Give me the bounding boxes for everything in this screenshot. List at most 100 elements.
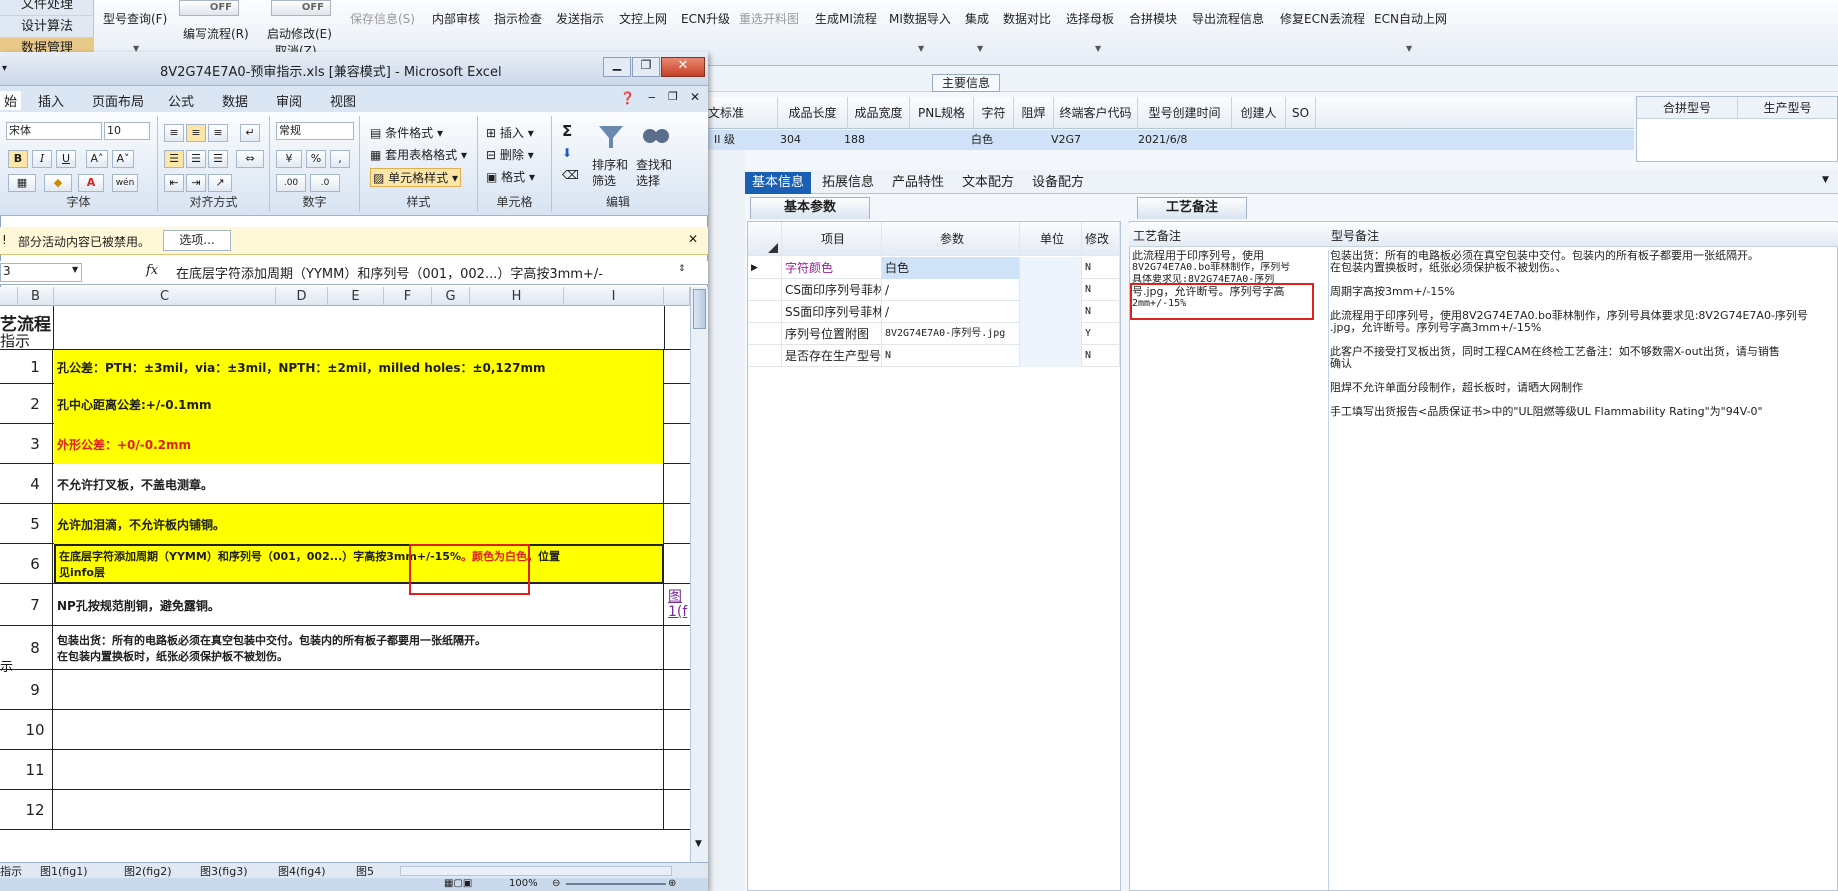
tab-review[interactable]: 审阅 bbox=[276, 91, 302, 110]
table-row[interactable]: 艺流程 指示 bbox=[0, 306, 690, 350]
toolbar-fix-ecn[interactable]: 修复ECN丢流程 bbox=[1280, 10, 1365, 27]
sort-filter-icon[interactable] bbox=[596, 122, 626, 152]
find-select-label-2[interactable]: 选择 bbox=[636, 172, 660, 189]
tab-extended-info[interactable]: 拓展信息 bbox=[815, 172, 881, 194]
col-header-j[interactable] bbox=[664, 287, 690, 306]
tab-data[interactable]: 数据 bbox=[222, 91, 248, 110]
toolbar-integrate[interactable]: 集成 bbox=[965, 10, 989, 27]
toolbar-start-modify[interactable]: 启动修改(E) bbox=[267, 25, 332, 42]
borders-icon[interactable]: ▦ bbox=[8, 174, 36, 192]
col-header-h[interactable]: H bbox=[470, 287, 564, 306]
number-format-select[interactable]: 常规 bbox=[276, 122, 354, 140]
toolbar-mi-import[interactable]: MI数据导入 bbox=[889, 10, 951, 27]
nav-item-design[interactable]: 设计算法 bbox=[0, 16, 94, 38]
minimize-icon[interactable]: ‒ bbox=[648, 90, 656, 104]
toolbar-ecn-upgrade[interactable]: ECN升级 bbox=[681, 10, 730, 27]
table-row[interactable]: 6 在底层字符添加周期（YYMM）和序列号（001，002...）字高按3mm+… bbox=[0, 544, 690, 584]
col-created-time[interactable]: 型号创建时间 bbox=[1138, 97, 1232, 129]
col-mask[interactable]: 阻焊 bbox=[1014, 97, 1054, 129]
col-header-c[interactable]: C bbox=[54, 287, 276, 306]
col-merge-model[interactable]: 合拼型号 bbox=[1637, 97, 1737, 119]
clear-icon[interactable]: ⌫ bbox=[562, 168, 579, 182]
col-width[interactable]: 成品宽度 bbox=[848, 97, 910, 129]
tab-formulas[interactable]: 公式 bbox=[168, 91, 194, 110]
table-row[interactable]: 5 允许加泪滴，不允许板内铺铜。 bbox=[0, 504, 690, 544]
col-header-b[interactable]: B bbox=[18, 287, 54, 306]
nav-item-file[interactable]: 文件处理 bbox=[0, 0, 94, 16]
conditional-format-button[interactable]: ▤ 条件格式 ▾ bbox=[370, 124, 443, 141]
tab-insert[interactable]: 插入 bbox=[38, 91, 64, 110]
orientation-icon[interactable]: ↗ bbox=[208, 174, 232, 192]
col-unit[interactable]: 单位 bbox=[1020, 222, 1082, 256]
col-so[interactable]: SO bbox=[1286, 97, 1316, 129]
scroll-thumb[interactable] bbox=[693, 289, 706, 329]
tab-process-notes[interactable]: 工艺备注 bbox=[1137, 197, 1247, 219]
col-length[interactable]: 成品长度 bbox=[778, 97, 848, 129]
decrease-decimal-icon[interactable]: .0 bbox=[310, 174, 340, 192]
toolbar-save-info[interactable]: 保存信息(S) bbox=[350, 10, 415, 27]
quick-access-icon[interactable]: ▾ bbox=[2, 63, 7, 74]
col-item[interactable]: 项目 bbox=[782, 222, 882, 256]
align-bottom-icon[interactable]: ≡ bbox=[208, 124, 228, 142]
shrink-font-icon[interactable]: A˅ bbox=[112, 150, 134, 168]
params-row[interactable]: ▶ 字符颜色 白色 N bbox=[748, 257, 1120, 279]
toolbar-internal-audit[interactable]: 内部审核 bbox=[432, 10, 480, 27]
toggle-off-2[interactable]: OFF bbox=[271, 0, 331, 16]
table-row[interactable]: 3 外形公差：+0/-0.2mm bbox=[0, 424, 690, 464]
name-box[interactable]: 3 bbox=[0, 263, 82, 282]
horizontal-scrollbar[interactable] bbox=[400, 866, 672, 876]
toolbar-doc-online[interactable]: 文控上网 bbox=[619, 10, 667, 27]
decrease-indent-icon[interactable]: ⇤ bbox=[164, 174, 184, 192]
font-name-select[interactable]: 宋体 bbox=[6, 122, 102, 140]
tab-basic-params[interactable]: 基本参数 bbox=[750, 197, 870, 219]
merge-cells-icon[interactable]: ⇔ bbox=[236, 150, 264, 168]
close-icon[interactable]: ✕ bbox=[661, 57, 705, 77]
splitter[interactable] bbox=[708, 150, 745, 891]
figure-link-2[interactable]: 1(f bbox=[668, 604, 687, 620]
expand-formula-icon[interactable]: ⇕ bbox=[678, 264, 686, 274]
params-row[interactable]: 是否存在生产型号 N N bbox=[748, 345, 1120, 367]
align-middle-icon[interactable]: ≡ bbox=[186, 124, 206, 142]
table-format-button[interactable]: ▦ 套用表格格式 ▾ bbox=[370, 146, 478, 163]
table-row[interactable]: 10 bbox=[0, 710, 690, 750]
table-row[interactable]: 7 NP孔按规范削铜，避免露铜。 图 1(f bbox=[0, 584, 690, 626]
view-normal-icon[interactable]: ▦▢▣ bbox=[444, 878, 472, 889]
tab-basic-info[interactable]: 基本信息 bbox=[745, 172, 812, 194]
tab-view[interactable]: 视图 bbox=[330, 91, 356, 110]
bold-icon[interactable]: B bbox=[8, 150, 28, 168]
sheet-tab-fig1[interactable]: 图1(fig1) bbox=[40, 863, 88, 879]
tab-text-recipe[interactable]: 文本配方 bbox=[955, 172, 1021, 194]
sort-filter-label-2[interactable]: 筛选 bbox=[592, 172, 616, 189]
toolbar-data-compare[interactable]: 数据对比 bbox=[1003, 10, 1051, 27]
col-header-i[interactable]: I bbox=[564, 287, 664, 306]
table-row[interactable]: 2 孔中心距离公差:+/-0.1mm bbox=[0, 384, 690, 424]
zoom-out-icon[interactable]: ⊖ bbox=[552, 878, 560, 889]
params-row[interactable]: 序列号位置附图 8V2G74E7A0-序列号.jpg Y bbox=[748, 323, 1120, 345]
toolbar-generate-mi-flow[interactable]: 生成MI流程 bbox=[815, 10, 877, 27]
delete-button[interactable]: ⊟ 删除 ▾ bbox=[486, 146, 534, 163]
wrap-text-icon[interactable]: ↵ bbox=[240, 124, 260, 142]
tab-product-features[interactable]: 产品特性 bbox=[885, 172, 951, 194]
sheet-tab-fig4[interactable]: 图4(fig4) bbox=[278, 863, 326, 879]
table-row[interactable]: 9 bbox=[0, 670, 690, 710]
table-row[interactable]: 11 bbox=[0, 750, 690, 790]
autosum-icon[interactable]: Σ bbox=[562, 122, 572, 140]
formula-input[interactable]: 在底层字符添加周期（YYMM）和序列号（001，002...）字高按3mm+/- bbox=[168, 263, 676, 282]
worksheet[interactable]: 艺流程 指示 1 孔公差：PTH：±3mil，via：±3mil，NPTH：±2… bbox=[0, 306, 690, 862]
vertical-scrollbar[interactable]: ▼ bbox=[690, 287, 708, 862]
col-process-notes[interactable]: 工艺备注 bbox=[1133, 227, 1181, 244]
fill-icon[interactable]: ⬇ bbox=[562, 146, 572, 160]
main-info-row[interactable]: II 级 304 188 白色 V2G7 2021/6/8 bbox=[700, 130, 1634, 150]
toolbar-reselect-cutting[interactable]: 重选开料图 bbox=[739, 10, 799, 27]
col-param[interactable]: 参数 bbox=[882, 222, 1020, 256]
find-select-label-1[interactable]: 查找和 bbox=[636, 156, 672, 173]
params-row[interactable]: CS面印序列号菲林 / N bbox=[748, 279, 1120, 301]
col-header-f[interactable]: F bbox=[384, 287, 432, 306]
col-header-g[interactable]: G bbox=[432, 287, 470, 306]
sheet-tab-instructions[interactable]: 指示 bbox=[0, 863, 22, 879]
percent-icon[interactable]: % bbox=[306, 150, 326, 168]
chevron-down-icon[interactable]: ▼ bbox=[1822, 175, 1829, 185]
function-icon[interactable]: fx bbox=[146, 263, 158, 278]
toolbar-merge-module[interactable]: 合拼模块 bbox=[1129, 10, 1177, 27]
tab-home[interactable]: 始 bbox=[0, 91, 22, 110]
